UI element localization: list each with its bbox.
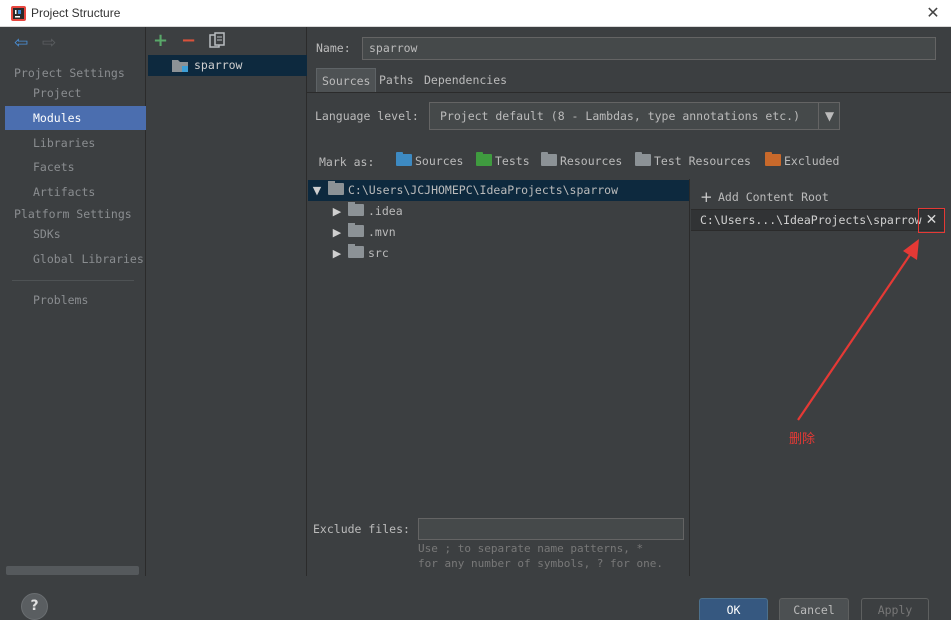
tree-item-label: src bbox=[368, 246, 389, 260]
annotation-arrow bbox=[797, 239, 919, 421]
tree-item-src[interactable]: ▶ src bbox=[330, 243, 389, 264]
expand-triangle-icon[interactable]: ▶ bbox=[330, 243, 344, 264]
module-name-field[interactable]: sparrow bbox=[362, 37, 936, 60]
arrow-right-icon[interactable]: ⇨ bbox=[42, 33, 56, 53]
exclude-hint-line1: Use ; to separate name patterns, * bbox=[418, 542, 644, 555]
tree-item-label: .mvn bbox=[368, 225, 396, 239]
tabs-divider bbox=[307, 92, 951, 93]
folder-icon bbox=[348, 223, 364, 237]
mark-sources-label: Sources bbox=[415, 154, 464, 168]
tests-folder-icon bbox=[476, 152, 492, 166]
exclude-files-input[interactable] bbox=[418, 518, 684, 540]
arrow-left-icon[interactable]: ⇦ bbox=[14, 33, 28, 53]
mark-resources-label: Resources bbox=[560, 154, 623, 168]
sidebar-scrollbar[interactable] bbox=[6, 566, 139, 575]
mark-excluded-button[interactable]: Excluded bbox=[765, 152, 840, 170]
help-button[interactable]: ? bbox=[21, 593, 48, 620]
add-module-button[interactable]: + bbox=[153, 30, 168, 51]
folder-icon bbox=[348, 202, 364, 216]
mark-tests-label: Tests bbox=[495, 154, 530, 168]
name-label: Name: bbox=[316, 41, 351, 55]
tab-dependencies[interactable]: Dependencies bbox=[419, 68, 512, 92]
apply-button[interactable]: Apply bbox=[861, 598, 929, 620]
plus-icon[interactable]: + bbox=[700, 188, 713, 206]
remove-module-button[interactable]: − bbox=[181, 30, 196, 51]
module-folder-icon bbox=[172, 60, 188, 72]
chevron-down-icon[interactable]: ▼ bbox=[818, 102, 840, 130]
close-icon[interactable]: ✕ bbox=[923, 3, 943, 23]
tab-sources[interactable]: Sources bbox=[316, 68, 377, 92]
tree-root-row[interactable]: ▼ C:\Users\JCJHOMEPC\IdeaProjects\sparrow bbox=[308, 180, 689, 201]
add-content-root-link[interactable]: Add Content Root bbox=[718, 190, 829, 204]
sidebar-item-libraries[interactable]: Libraries bbox=[5, 131, 146, 155]
tree-item-label: .idea bbox=[368, 204, 403, 218]
window-title: Project Structure bbox=[31, 6, 121, 20]
sidebar-item-project[interactable]: Project bbox=[5, 81, 146, 105]
tree-root-label: C:\Users\JCJHOMEPC\IdeaProjects\sparrow bbox=[348, 183, 619, 197]
exclude-files-label: Exclude files: bbox=[313, 522, 410, 536]
exclude-hint-line2: for any number of symbols, ? for one. bbox=[418, 557, 664, 570]
sidebar-divider bbox=[12, 280, 134, 281]
module-label: sparrow bbox=[194, 58, 243, 72]
sidebar-item-sdks[interactable]: SDKs bbox=[5, 222, 146, 246]
mark-test-resources-button[interactable]: Test Resources bbox=[635, 152, 751, 170]
ok-button[interactable]: OK bbox=[699, 598, 768, 620]
copy-icon[interactable] bbox=[209, 32, 225, 49]
folder-icon bbox=[328, 181, 344, 195]
section-platform-settings: Platform Settings bbox=[14, 207, 132, 221]
language-level-label: Language level: bbox=[315, 109, 419, 123]
language-level-value: Project default (8 - Lambdas, type annot… bbox=[440, 109, 801, 123]
mark-test-resources-label: Test Resources bbox=[654, 154, 751, 168]
sidebar-item-global-libraries[interactable]: Global Libraries bbox=[5, 247, 146, 271]
resources-folder-icon bbox=[541, 152, 557, 166]
annotation-label: 删除 bbox=[789, 432, 816, 447]
sidebar-item-problems[interactable]: Problems bbox=[5, 288, 146, 312]
content-root-path: C:\Users...\IdeaProjects\sparrow bbox=[700, 213, 922, 227]
mark-tests-button[interactable]: Tests bbox=[476, 152, 530, 170]
test-resources-folder-icon bbox=[635, 152, 651, 166]
close-icon[interactable]: ✕ bbox=[918, 208, 945, 233]
sidebar-item-artifacts[interactable]: Artifacts bbox=[5, 180, 146, 204]
collapse-triangle-icon[interactable]: ▼ bbox=[310, 180, 324, 201]
expand-triangle-icon[interactable]: ▶ bbox=[330, 201, 344, 222]
section-project-settings: Project Settings bbox=[14, 66, 125, 80]
modules-list-panel bbox=[147, 27, 307, 576]
folder-icon bbox=[348, 244, 364, 258]
tab-paths[interactable]: Paths bbox=[374, 68, 419, 92]
intellij-logo-icon bbox=[11, 6, 26, 21]
tree-item-idea[interactable]: ▶ .idea bbox=[330, 201, 403, 222]
mark-as-label: Mark as: bbox=[319, 155, 375, 169]
mark-excluded-label: Excluded bbox=[784, 154, 840, 168]
sources-folder-icon bbox=[396, 152, 412, 166]
mark-sources-button[interactable]: Sources bbox=[396, 152, 464, 170]
excluded-folder-icon bbox=[765, 152, 781, 166]
mark-resources-button[interactable]: Resources bbox=[541, 152, 623, 170]
title-bar bbox=[0, 0, 951, 27]
expand-triangle-icon[interactable]: ▶ bbox=[330, 222, 344, 243]
sidebar-item-facets[interactable]: Facets bbox=[5, 155, 146, 179]
cancel-button[interactable]: Cancel bbox=[779, 598, 849, 620]
tree-item-mvn[interactable]: ▶ .mvn bbox=[330, 222, 396, 243]
sidebar-item-modules[interactable]: Modules bbox=[5, 106, 146, 130]
